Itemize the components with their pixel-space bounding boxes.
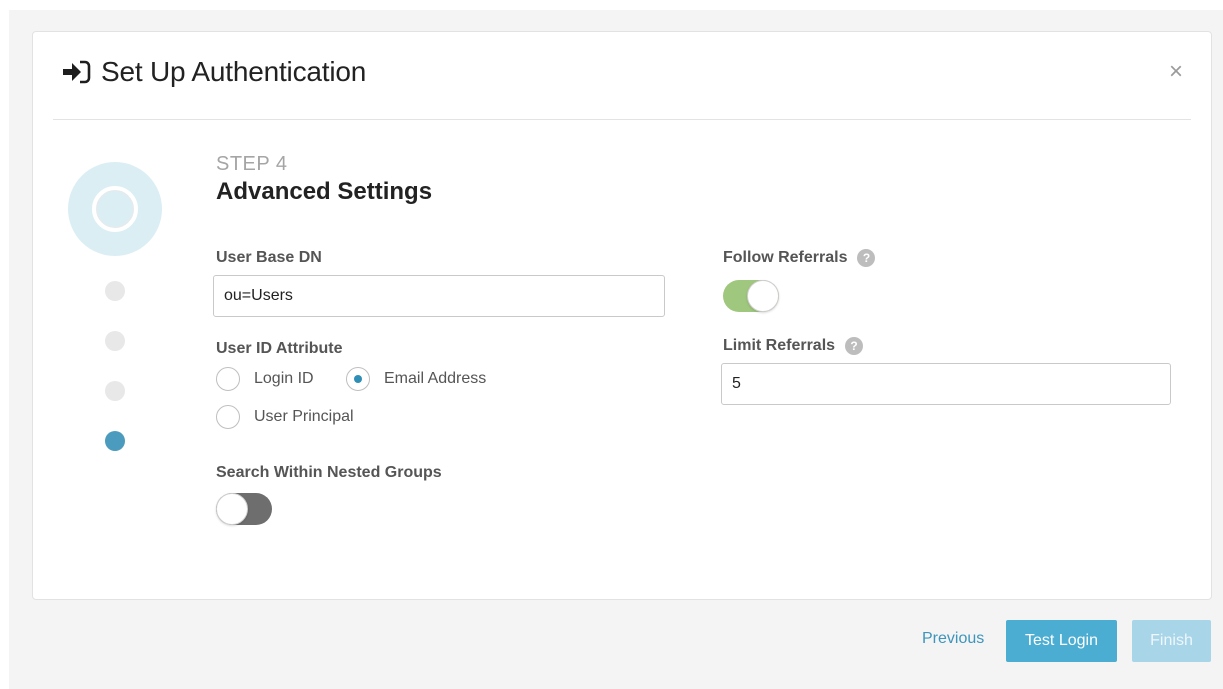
step-dot-2 — [105, 331, 125, 351]
follow-referrals-label: Follow Referrals ? — [723, 249, 876, 267]
radio-login-id-circle[interactable] — [216, 367, 240, 391]
radio-email-address-label: Email Address — [384, 370, 487, 387]
user-base-dn-input[interactable] — [213, 275, 665, 317]
limit-referrals-label: Limit Referrals ? — [723, 337, 864, 355]
setup-dialog: Set Up Authentication × STEP 4 Advanced … — [32, 31, 1212, 600]
radio-user-principal-label: User Principal — [254, 408, 354, 425]
limit-referrals-help-icon[interactable]: ? — [845, 337, 864, 355]
search-nested-groups-label-text: Search Within Nested Groups — [216, 464, 442, 481]
radio-login-id-label: Login ID — [254, 370, 314, 387]
limit-referrals-input[interactable] — [721, 363, 1171, 405]
user-base-dn-label-text: User Base DN — [216, 249, 322, 266]
toggle-knob — [216, 493, 248, 525]
test-login-button[interactable]: Test Login — [1006, 620, 1117, 662]
radio-email-address-circle[interactable] — [346, 367, 370, 391]
follow-referrals-help-icon[interactable]: ? — [857, 249, 876, 267]
radio-login-id[interactable]: Login ID — [216, 367, 314, 391]
step-number: STEP 4 — [216, 153, 288, 175]
radio-email-address[interactable]: Email Address — [346, 367, 486, 391]
close-icon[interactable]: × — [1169, 60, 1183, 84]
dialog-title-wrap: Set Up Authentication — [61, 56, 366, 88]
sign-in-icon — [63, 60, 91, 84]
user-base-dn-label: User Base DN — [216, 249, 322, 267]
step-dot-4-active — [105, 431, 125, 451]
search-nested-groups-label: Search Within Nested Groups — [216, 464, 442, 482]
follow-referrals-label-text: Follow Referrals — [723, 249, 848, 266]
test-login-button-label: Test Login — [1025, 632, 1098, 649]
dialog-title: Set Up Authentication — [101, 56, 367, 87]
limit-referrals-label-text: Limit Referrals — [723, 337, 836, 354]
finish-button[interactable]: Finish — [1132, 620, 1211, 662]
current-step-ring — [92, 186, 138, 232]
header-divider — [53, 119, 1191, 120]
user-id-attribute-label-text: User ID Attribute — [216, 340, 343, 357]
step-title: Advanced Settings — [216, 178, 433, 205]
step-dot-3 — [105, 381, 125, 401]
search-nested-groups-toggle[interactable] — [216, 493, 272, 525]
radio-user-principal[interactable]: User Principal — [216, 405, 354, 429]
user-id-attribute-label: User ID Attribute — [216, 340, 343, 358]
toggle-knob — [747, 280, 779, 312]
current-step-indicator — [68, 162, 162, 256]
radio-user-principal-circle[interactable] — [216, 405, 240, 429]
step-dot-1 — [105, 281, 125, 301]
dialog-header: Set Up Authentication × — [33, 32, 1211, 120]
follow-referrals-toggle[interactable] — [723, 280, 779, 312]
finish-button-label: Finish — [1150, 632, 1193, 649]
previous-link[interactable]: Previous — [922, 630, 984, 648]
